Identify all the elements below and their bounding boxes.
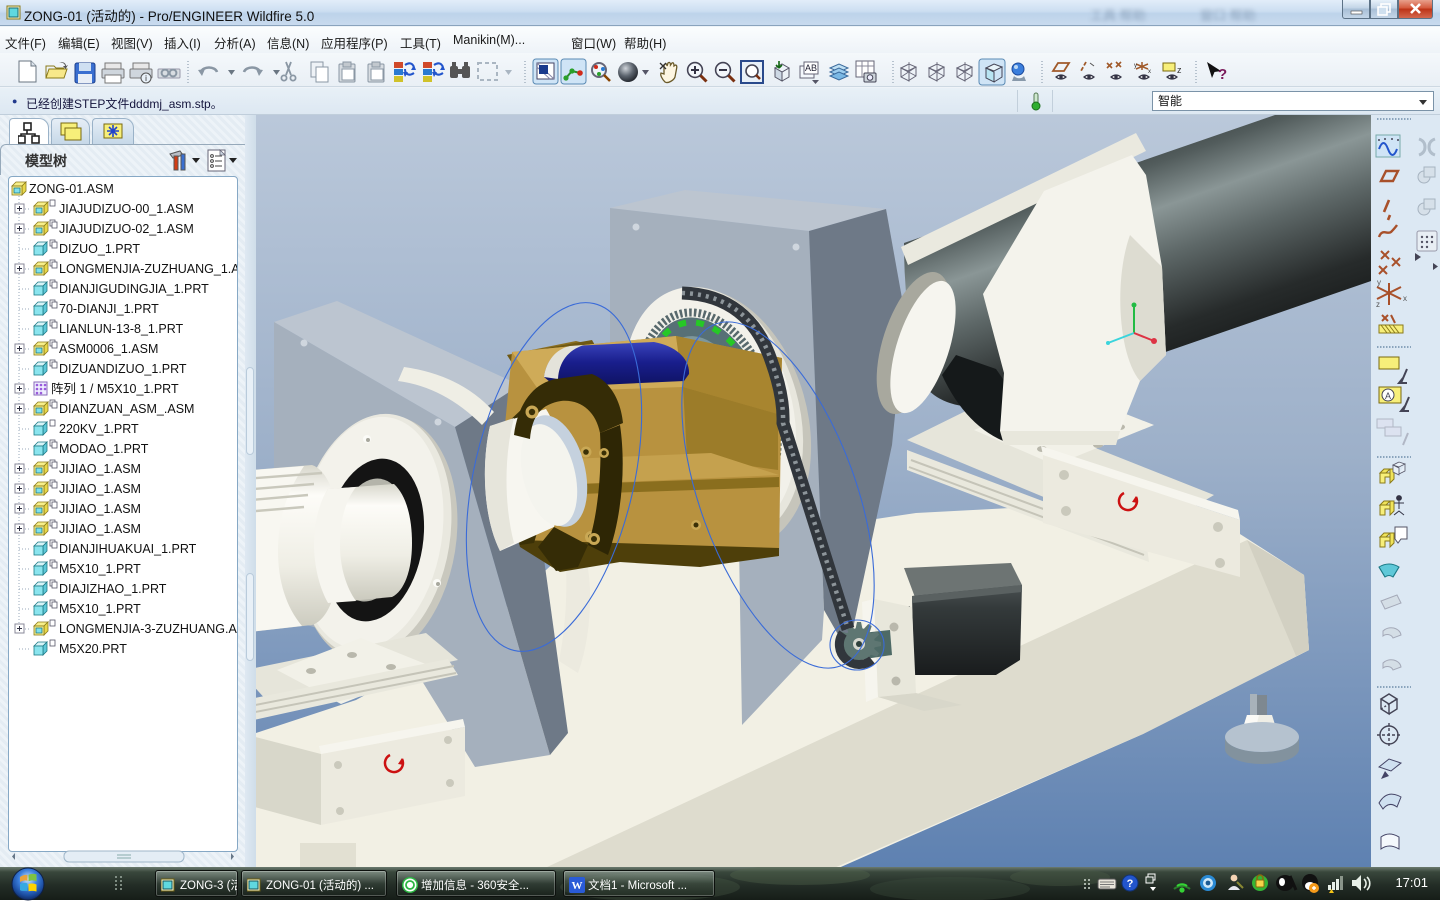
svg-text:?: ? [1127,878,1134,890]
svg-text:W: W [572,880,583,892]
svg-text:DIANZUAN_ASM_.ASM: DIANZUAN_ASM_.ASM [59,402,194,416]
svg-text:70-DIANJI_1.PRT: 70-DIANJI_1.PRT [59,302,159,316]
svg-text:A: A [1385,391,1391,401]
svg-text:?: ? [1218,66,1227,83]
svg-text:ASM0006_1.ASM: ASM0006_1.ASM [59,342,158,356]
svg-text:MODAO_1.PRT: MODAO_1.PRT [59,442,149,456]
svg-text:DIAJIZHAO_1.PRT: DIAJIZHAO_1.PRT [59,582,167,596]
svg-text:LIANLUN-13-8_1.PRT: LIANLUN-13-8_1.PRT [59,322,183,336]
svg-text:DIANJIHUAKUAI_1.PRT: DIANJIHUAKUAI_1.PRT [59,542,197,556]
svg-text:JIJIAO_1.ASM: JIJIAO_1.ASM [59,502,141,516]
svg-text:M5X10_1.PRT: M5X10_1.PRT [59,562,141,576]
svg-text:LONGMENJIA-3-ZUZHUANG.A: LONGMENJIA-3-ZUZHUANG.A [59,622,237,636]
svg-text:JIJIAO_1.ASM: JIJIAO_1.ASM [59,522,141,536]
svg-text:y: y [1377,278,1381,287]
svg-text:LONGMENJIA-ZUZHUANG_1.A: LONGMENJIA-ZUZHUANG_1.A [59,262,237,276]
svg-text:y: y [1134,63,1137,69]
svg-text:阵列 1 / M5X10_1.PRT: 阵列 1 / M5X10_1.PRT [51,382,179,396]
svg-text:DIZUANDIZUO_1.PRT: DIZUANDIZUO_1.PRT [59,362,187,376]
svg-text:M5X10_1.PRT: M5X10_1.PRT [59,602,141,616]
svg-text:ZONG-01.ASM: ZONG-01.ASM [29,182,114,196]
svg-text:x: x [1403,294,1407,303]
svg-text:DIANJIGUDINGJIA_1.PRT: DIANJIGUDINGJIA_1.PRT [59,282,209,296]
svg-text:AB: AB [805,63,817,73]
svg-text:220KV_1.PRT: 220KV_1.PRT [59,422,139,436]
svg-text:z: z [1376,300,1380,309]
svg-text:DIZUO_1.PRT: DIZUO_1.PRT [59,242,140,256]
svg-text:x: x [1148,69,1151,75]
svg-text:JIAJUDIZUO-02_1.ASM: JIAJUDIZUO-02_1.ASM [59,222,194,236]
svg-text:JIJIAO_1.ASM: JIJIAO_1.ASM [59,482,141,496]
svg-text:i: i [145,74,147,83]
svg-text:z: z [1177,65,1182,75]
svg-text:JIAJUDIZUO-00_1.ASM: JIAJUDIZUO-00_1.ASM [59,202,194,216]
svg-text:M5X20.PRT: M5X20.PRT [59,642,127,656]
svg-text:JIJIAO_1.ASM: JIJIAO_1.ASM [59,462,141,476]
